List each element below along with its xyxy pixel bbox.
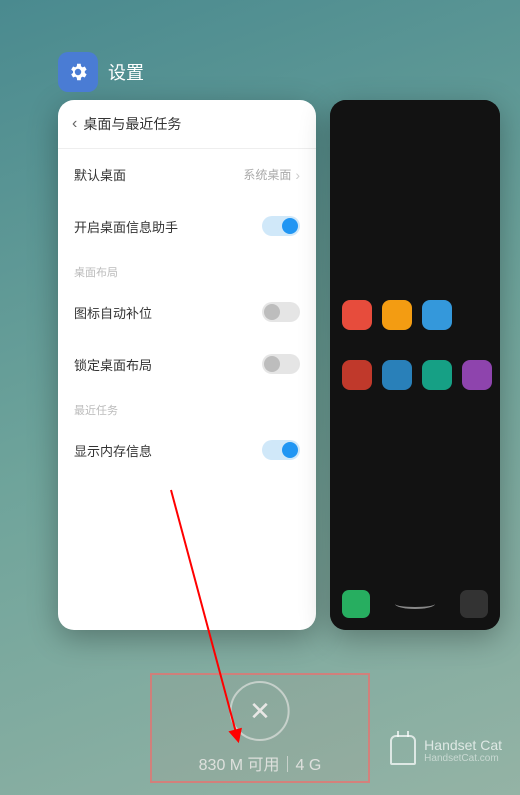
home-indicator-icon <box>395 599 435 609</box>
watermark-name: Handset Cat <box>424 737 502 753</box>
toggle-show-memory[interactable] <box>262 440 300 460</box>
annotation-highlight-box <box>150 673 370 783</box>
cat-logo-icon <box>390 735 416 765</box>
settings-app-icon <box>58 52 98 92</box>
row-info-assistant[interactable]: 开启桌面信息助手 <box>58 200 316 252</box>
section-title-layout: 桌面布局 <box>58 252 316 286</box>
watermark: Handset Cat HandsetCat.com <box>390 735 502 765</box>
chevron-left-icon[interactable]: ‹ <box>72 115 77 133</box>
home-app-icon <box>342 360 372 390</box>
row-show-memory[interactable]: 显示内存信息 <box>58 424 316 476</box>
section-title-recent: 最近任务 <box>58 390 316 424</box>
settings-app-title: 设置 <box>108 59 144 85</box>
home-app-icon <box>462 360 492 390</box>
chevron-right-icon: › <box>295 167 300 183</box>
watermark-url: HandsetCat.com <box>424 753 502 764</box>
home-app-icon <box>422 300 452 330</box>
dock-app-icon <box>460 590 488 618</box>
row-label: 图标自动补位 <box>74 303 152 322</box>
dock-phone-icon <box>342 590 370 618</box>
home-app-icon <box>342 300 372 330</box>
row-label: 默认桌面 <box>74 165 126 184</box>
row-auto-fill[interactable]: 图标自动补位 <box>58 286 316 338</box>
row-value: 系统桌面 <box>243 166 291 183</box>
gear-icon <box>67 61 89 83</box>
row-label: 锁定桌面布局 <box>74 355 152 374</box>
toggle-info-assistant[interactable] <box>262 216 300 236</box>
row-lock-layout[interactable]: 锁定桌面布局 <box>58 338 316 390</box>
recent-app-card-xiaoai[interactable]: 小爱同学 <box>330 100 500 630</box>
home-app-icon <box>382 300 412 330</box>
home-app-icon <box>382 360 412 390</box>
home-app-icon <box>422 360 452 390</box>
settings-subpage-header[interactable]: ‹ 桌面与最近任务 <box>58 100 316 149</box>
settings-subpage-title: 桌面与最近任务 <box>83 114 181 134</box>
row-label: 开启桌面信息助手 <box>74 217 178 236</box>
row-label: 显示内存信息 <box>74 441 152 460</box>
toggle-lock-layout[interactable] <box>262 354 300 374</box>
toggle-auto-fill[interactable] <box>262 302 300 322</box>
xiaoai-preview <box>330 100 500 630</box>
row-default-launcher[interactable]: 默认桌面 系统桌面 › <box>58 149 316 200</box>
